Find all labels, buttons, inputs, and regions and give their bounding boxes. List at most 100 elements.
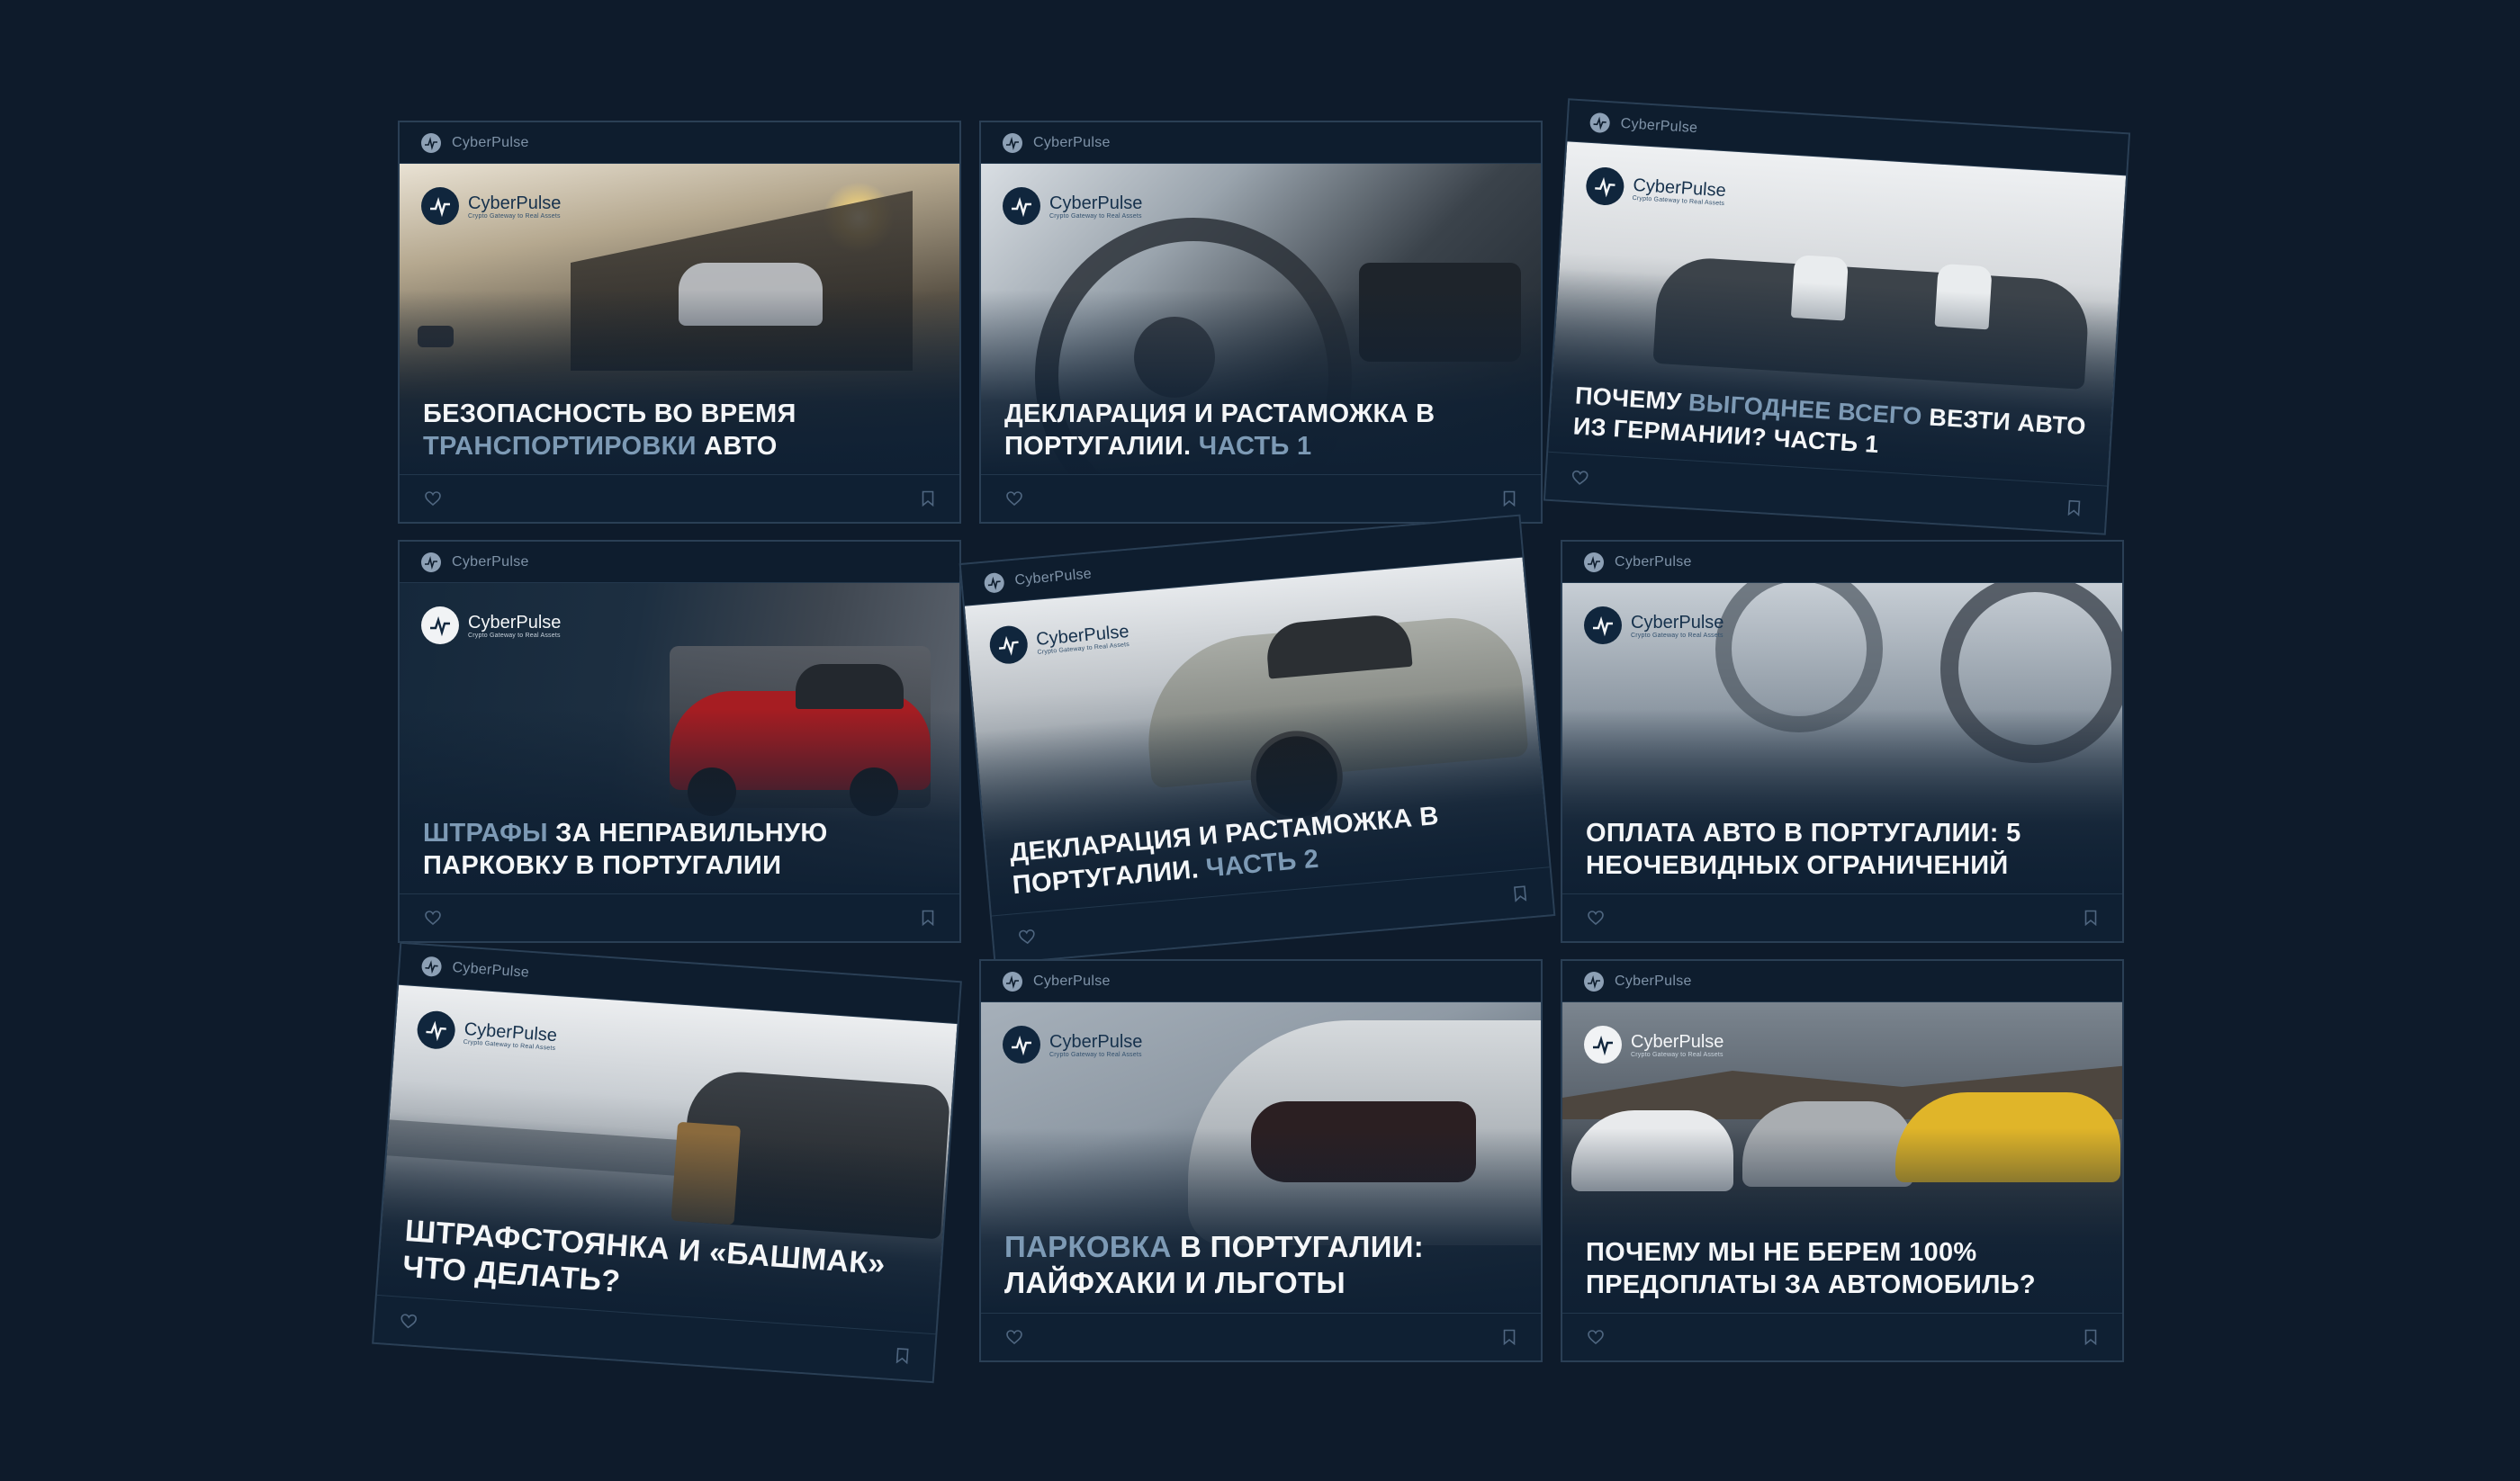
- heart-icon[interactable]: [1571, 470, 1588, 485]
- bookmark-icon[interactable]: [2084, 1329, 2097, 1345]
- heart-icon[interactable]: [1588, 911, 1604, 925]
- cyberpulse-logo-icon: [421, 132, 441, 153]
- card-header: CyberPulse: [400, 122, 959, 164]
- brand-name: CyberPulse: [1615, 553, 1692, 570]
- cyberpulse-logo-icon: [420, 955, 443, 977]
- bookmark-icon[interactable]: [1513, 885, 1527, 902]
- bookmark-icon[interactable]: [2067, 499, 2081, 516]
- post-logo: CyberPulse Crypto Gateway to Real Assets: [1003, 187, 1142, 225]
- heart-icon[interactable]: [1588, 1330, 1604, 1344]
- post-card-7[interactable]: CyberPulse CyberPulse Crypto Gateway to …: [372, 941, 962, 1384]
- post-headline: ДЕКЛАРАЦИЯ И РАСТАМОЖКА В ПОРТУГАЛИИ. ЧА…: [1004, 399, 1436, 461]
- post-tagline: Crypto Gateway to Real Assets: [468, 212, 561, 220]
- bookmark-icon[interactable]: [896, 1347, 909, 1365]
- post-brand: CyberPulse: [468, 193, 562, 213]
- heart-icon[interactable]: [425, 491, 441, 506]
- post-photo[interactable]: CyberPulse Crypto Gateway to Real Assets…: [1562, 1002, 2122, 1317]
- post-logo: CyberPulse Crypto Gateway to Real Assets: [1584, 1026, 1724, 1064]
- brand-name: CyberPulse: [1615, 973, 1692, 989]
- bookmark-icon[interactable]: [922, 490, 934, 507]
- cyberpulse-logo-icon: [1584, 971, 1604, 992]
- bookmark-icon[interactable]: [1503, 490, 1516, 507]
- post-brand: CyberPulse: [1049, 193, 1143, 213]
- cyberpulse-logo-icon: [421, 552, 441, 572]
- post-tagline: Crypto Gateway to Real Assets: [1049, 212, 1142, 220]
- post-tagline: Crypto Gateway to Real Assets: [1631, 632, 1724, 639]
- card-actions: [1562, 893, 2122, 941]
- cyberpulse-logo-icon: [421, 606, 459, 644]
- brand-name: CyberPulse: [1620, 115, 1698, 136]
- post-brand: CyberPulse: [1631, 612, 1724, 633]
- card-header: CyberPulse: [981, 122, 1541, 164]
- cyberpulse-logo-icon: [1584, 1026, 1622, 1064]
- post-headline: БЕЗОПАСНОСТЬ ВО ВРЕМЯ ТРАНСПОРТИРОВКИ АВ…: [423, 399, 796, 461]
- post-card-6[interactable]: CyberPulse CyberPulse Crypto Gateway to …: [1561, 540, 2124, 943]
- cyberpulse-logo-icon: [421, 187, 459, 225]
- brand-name: CyberPulse: [1033, 973, 1111, 989]
- card-actions: [1562, 1313, 2122, 1360]
- cyberpulse-logo-icon: [1589, 112, 1611, 133]
- cyberpulse-logo-icon: [1584, 552, 1604, 572]
- post-card-2[interactable]: CyberPulse CyberPulse Crypto Gateway to …: [979, 121, 1543, 524]
- brand-name: CyberPulse: [452, 553, 529, 570]
- post-card-8[interactable]: CyberPulse CyberPulse Crypto Gateway to …: [979, 959, 1543, 1362]
- post-photo[interactable]: CyberPulse Crypto Gateway to Real Assets…: [981, 1002, 1541, 1317]
- card-header: CyberPulse: [981, 961, 1541, 1002]
- cyberpulse-logo-icon: [416, 1010, 457, 1051]
- post-tagline: Crypto Gateway to Real Assets: [468, 632, 561, 639]
- post-headline: ПАРКОВКА В ПОРТУГАЛИИ: ЛАЙФХАКИ И ЛЬГОТЫ: [1004, 1230, 1425, 1299]
- card-actions: [400, 474, 959, 522]
- cyberpulse-logo-icon: [1003, 971, 1022, 992]
- cyberpulse-logo-icon: [1585, 166, 1625, 207]
- cyberpulse-logo-icon: [1003, 132, 1022, 153]
- post-photo[interactable]: CyberPulse Crypto Gateway to Real Assets…: [1562, 583, 2122, 898]
- post-logo: CyberPulse Crypto Gateway to Real Assets: [1584, 606, 1724, 644]
- brand-name: CyberPulse: [452, 134, 529, 150]
- post-headline: ОПЛАТА АВТО В ПОРТУГАЛИИ: 5 НЕОЧЕВИДНЫХ …: [1586, 819, 2021, 880]
- post-photo[interactable]: CyberPulse Crypto Gateway to Real Assets…: [400, 164, 959, 479]
- post-photo[interactable]: CyberPulse Crypto Gateway to Real Assets…: [981, 164, 1541, 479]
- cyberpulse-logo-icon: [988, 624, 1030, 666]
- heart-icon[interactable]: [1006, 491, 1022, 506]
- post-photo[interactable]: CyberPulse Crypto Gateway to Real Assets…: [1547, 141, 2127, 490]
- bookmark-icon[interactable]: [2084, 910, 2097, 926]
- post-card-9[interactable]: CyberPulse CyberPulse Crypto Gateway to …: [1561, 959, 2124, 1362]
- post-brand: CyberPulse: [468, 612, 562, 633]
- post-logo: CyberPulse Crypto Gateway to Real Assets: [421, 606, 561, 644]
- card-actions: [400, 893, 959, 941]
- heart-icon[interactable]: [400, 1314, 417, 1329]
- post-card-5[interactable]: CyberPulse CyberPulse Crypto Gateway to …: [958, 514, 1556, 965]
- heart-icon[interactable]: [425, 911, 441, 925]
- cyberpulse-logo-icon: [1003, 1026, 1040, 1064]
- cyberpulse-logo-icon: [1003, 187, 1040, 225]
- post-headline: ПОЧЕМУ МЫ НЕ БЕРЕМ 100% ПРЕДОПЛАТЫ ЗА АВ…: [1586, 1238, 2036, 1299]
- card-actions: [981, 474, 1541, 522]
- post-photo[interactable]: CyberPulse Crypto Gateway to Real Assets…: [376, 984, 958, 1339]
- cyberpulse-logo-icon: [1584, 606, 1622, 644]
- bookmark-icon[interactable]: [1503, 1329, 1516, 1345]
- cyberpulse-logo-icon: [983, 571, 1005, 594]
- post-photo[interactable]: CyberPulse Crypto Gateway to Real Assets…: [400, 583, 959, 898]
- card-header: CyberPulse: [400, 542, 959, 583]
- post-brand: CyberPulse: [1049, 1031, 1143, 1052]
- card-actions: [981, 1313, 1541, 1360]
- card-header: CyberPulse: [1562, 542, 2122, 583]
- post-logo: CyberPulse Crypto Gateway to Real Assets: [1003, 1026, 1142, 1064]
- brand-name: CyberPulse: [1013, 565, 1093, 588]
- post-logo: CyberPulse Crypto Gateway to Real Assets: [416, 1010, 558, 1057]
- post-brand: CyberPulse: [1631, 1031, 1724, 1052]
- post-logo: CyberPulse Crypto Gateway to Real Assets: [1585, 166, 1727, 212]
- heart-icon[interactable]: [1018, 929, 1035, 945]
- heart-icon[interactable]: [1006, 1330, 1022, 1344]
- post-tagline: Crypto Gateway to Real Assets: [1631, 1051, 1724, 1058]
- post-card-1[interactable]: CyberPulse CyberPulse Crypto Gateway to …: [398, 121, 961, 524]
- post-logo: CyberPulse Crypto Gateway to Real Assets: [988, 615, 1130, 666]
- post-logo: CyberPulse Crypto Gateway to Real Assets: [421, 187, 561, 225]
- bookmark-icon[interactable]: [922, 910, 934, 926]
- post-photo[interactable]: CyberPulse Crypto Gateway to Real Assets…: [964, 557, 1550, 920]
- post-card-4[interactable]: CyberPulse CyberPulse Crypto Gateway to …: [398, 540, 961, 943]
- post-card-3[interactable]: CyberPulse CyberPulse Crypto Gateway to …: [1543, 98, 2131, 535]
- post-tagline: Crypto Gateway to Real Assets: [1049, 1051, 1142, 1058]
- brand-name: CyberPulse: [451, 959, 530, 981]
- card-header: CyberPulse: [1562, 961, 2122, 1002]
